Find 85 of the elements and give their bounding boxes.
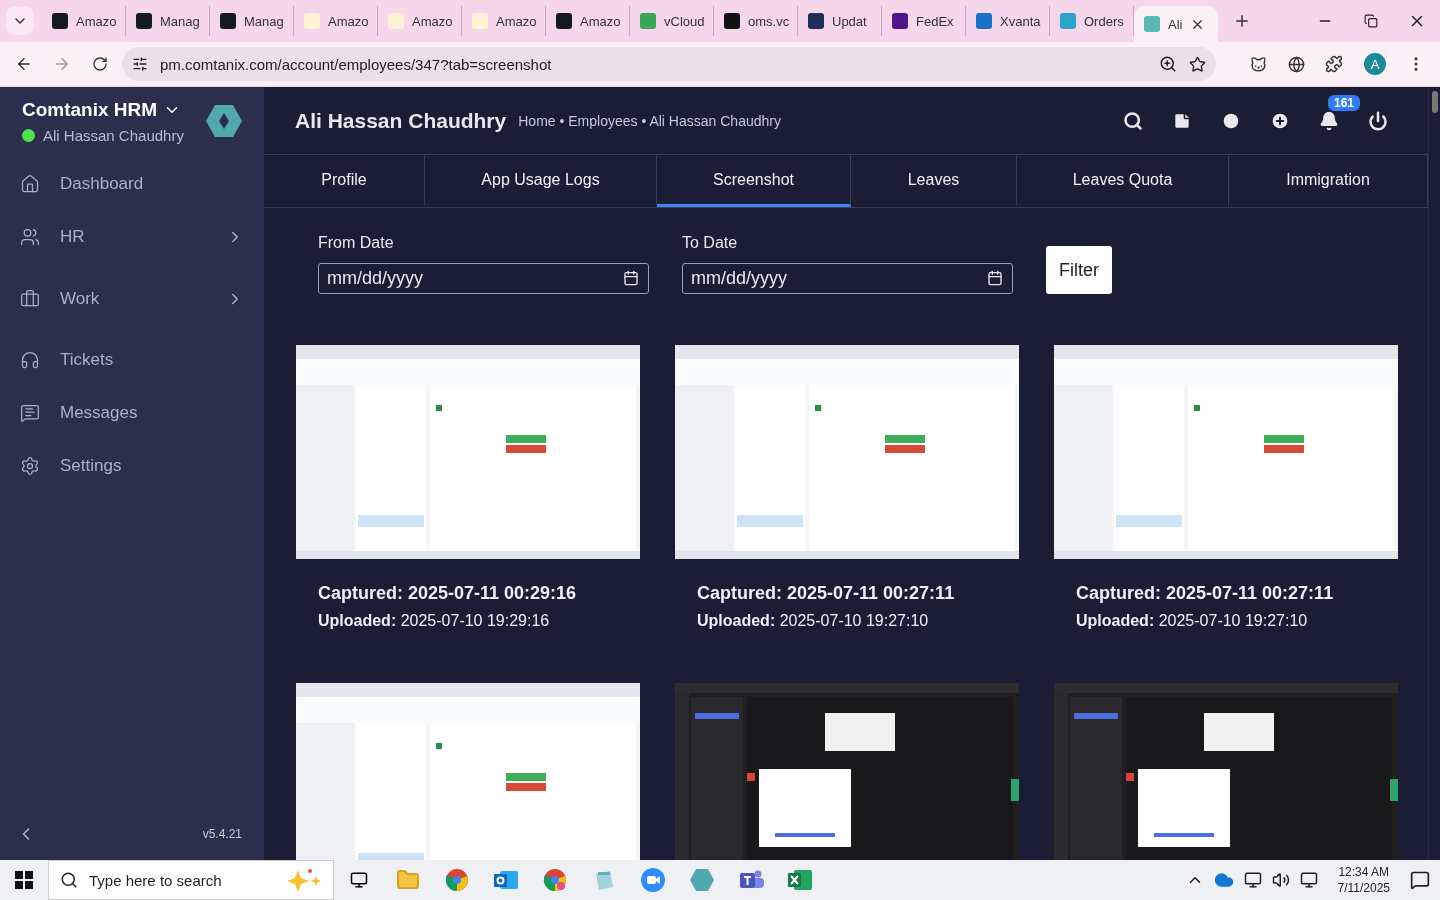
from-date-label: From Date bbox=[318, 234, 395, 252]
add-icon[interactable] bbox=[1269, 110, 1290, 131]
logo-icon bbox=[206, 105, 242, 137]
star-icon[interactable] bbox=[1189, 55, 1206, 73]
notification-badge: 161 bbox=[1328, 94, 1361, 111]
browser-tab[interactable]: FedEx bbox=[882, 6, 966, 36]
user-name: Ali Hassan Chaudhry bbox=[43, 126, 184, 144]
monitor-icon[interactable] bbox=[1243, 871, 1262, 889]
browser-tab[interactable]: oms.vc bbox=[714, 6, 798, 36]
globe-icon[interactable] bbox=[1287, 55, 1305, 73]
browser-tab[interactable]: Amazo bbox=[378, 6, 462, 36]
windows-start-icon[interactable] bbox=[15, 871, 33, 889]
settings-icon bbox=[20, 455, 40, 476]
browser-icon[interactable] bbox=[542, 868, 567, 892]
uploaded-time: Uploaded: 2025-07-10 19:29:16 bbox=[318, 612, 551, 630]
mail-app-icon[interactable] bbox=[493, 869, 518, 891]
browser-tab[interactable]: Amazo bbox=[462, 6, 546, 36]
site-settings-icon[interactable] bbox=[132, 56, 148, 72]
uploaded-time: Uploaded: 2025-07-10 19:27:10 bbox=[1076, 612, 1309, 630]
browser-tab[interactable]: Manag bbox=[126, 6, 210, 36]
nav-item[interactable]: Tickets bbox=[60, 350, 244, 370]
message-icon bbox=[20, 402, 40, 423]
briefcase-icon bbox=[20, 288, 40, 309]
browser-tab[interactable]: Manag bbox=[210, 6, 294, 36]
breadcrumb: Home • Employees • Ali Hassan Chaudhry bbox=[518, 112, 782, 129]
cloud-icon[interactable] bbox=[1213, 870, 1234, 890]
video-app-icon[interactable] bbox=[640, 868, 665, 892]
filter-button[interactable]: Filter bbox=[1046, 246, 1112, 294]
captured-time: Captured: 2025-07-11 00:27:11 bbox=[1076, 583, 1335, 604]
headset-icon bbox=[20, 350, 40, 370]
calendar-icon[interactable] bbox=[623, 270, 639, 286]
browser-tab[interactable]: Orders bbox=[1050, 6, 1134, 36]
page-title: Ali Hassan Chaudhry bbox=[295, 108, 507, 133]
bell-icon[interactable] bbox=[1318, 110, 1339, 131]
browser-tab[interactable]: Amazo bbox=[546, 6, 630, 36]
search-icon[interactable] bbox=[1122, 110, 1143, 131]
task-view-icon[interactable] bbox=[349, 871, 368, 889]
address-bar[interactable]: pm.comtanix.com/account/employees/347?tab=screenshot bbox=[122, 47, 1216, 81]
browser-tab[interactable]: Amazo bbox=[294, 6, 378, 36]
nav-item[interactable]: Work bbox=[60, 288, 206, 309]
nav-item[interactable]: Dashboard bbox=[60, 173, 244, 194]
brand-name[interactable]: Comtanix HRM bbox=[22, 98, 158, 121]
tab[interactable]: App Usage Logs bbox=[425, 155, 657, 207]
spreadsheet-icon[interactable] bbox=[787, 869, 812, 891]
nav-item[interactable]: HR bbox=[60, 226, 206, 247]
tab[interactable]: Profile bbox=[264, 155, 425, 207]
uploaded-time: Uploaded: 2025-07-10 19:27:10 bbox=[697, 612, 930, 630]
to-date-field[interactable]: mm/dd/yyyy bbox=[682, 263, 1013, 294]
extension-icon[interactable] bbox=[1249, 55, 1267, 73]
captured-time: Captured: 2025-07-11 00:29:16 bbox=[318, 583, 578, 604]
tab[interactable]: Leaves Quota bbox=[1017, 155, 1229, 207]
tab[interactable]: Screenshot bbox=[657, 155, 851, 207]
profile-avatar[interactable]: A bbox=[1364, 53, 1386, 75]
tab-search-button[interactable] bbox=[6, 7, 34, 35]
captured-time: Captured: 2025-07-11 00:27:11 bbox=[697, 583, 956, 604]
browser-tab[interactable]: vCloud bbox=[630, 6, 714, 36]
scrollbar[interactable] bbox=[1428, 87, 1440, 860]
browser-tab[interactable]: Ali bbox=[1134, 6, 1218, 42]
search-icon bbox=[60, 871, 78, 889]
nav-item[interactable]: Settings bbox=[60, 455, 244, 476]
speaker-icon[interactable] bbox=[1271, 871, 1290, 889]
from-date-field[interactable]: mm/dd/yyyy bbox=[318, 263, 649, 294]
new-tab-icon[interactable] bbox=[1233, 12, 1251, 30]
teams-icon[interactable] bbox=[737, 869, 764, 891]
puzzle-icon[interactable] bbox=[1325, 55, 1343, 73]
tab[interactable]: Leaves bbox=[851, 155, 1017, 207]
zoom-icon[interactable] bbox=[1159, 55, 1177, 73]
reload-icon[interactable] bbox=[92, 56, 108, 72]
back-icon[interactable] bbox=[15, 55, 33, 73]
calendar-icon[interactable] bbox=[987, 270, 1003, 286]
taskbar-search-field[interactable]: Type here to search bbox=[48, 860, 334, 900]
time-label[interactable]: 12:34 AM bbox=[1338, 864, 1390, 880]
browser-tab[interactable]: Updat bbox=[798, 6, 882, 36]
browser-tab[interactable]: Amazo bbox=[42, 6, 126, 36]
restore-icon[interactable] bbox=[1364, 14, 1378, 28]
users-icon bbox=[20, 226, 40, 247]
browser-tab[interactable]: Xvanta bbox=[966, 6, 1050, 36]
notifications-icon[interactable] bbox=[1410, 870, 1430, 890]
date-label[interactable]: 7/11/2025 bbox=[1337, 880, 1390, 896]
browser-icon[interactable] bbox=[444, 868, 469, 892]
to-date-label: To Date bbox=[682, 234, 739, 252]
power-icon[interactable] bbox=[1367, 110, 1388, 131]
nav-item[interactable]: Messages bbox=[60, 402, 244, 423]
version-label: v5.4.21 bbox=[202, 827, 242, 841]
home-icon bbox=[20, 173, 40, 194]
